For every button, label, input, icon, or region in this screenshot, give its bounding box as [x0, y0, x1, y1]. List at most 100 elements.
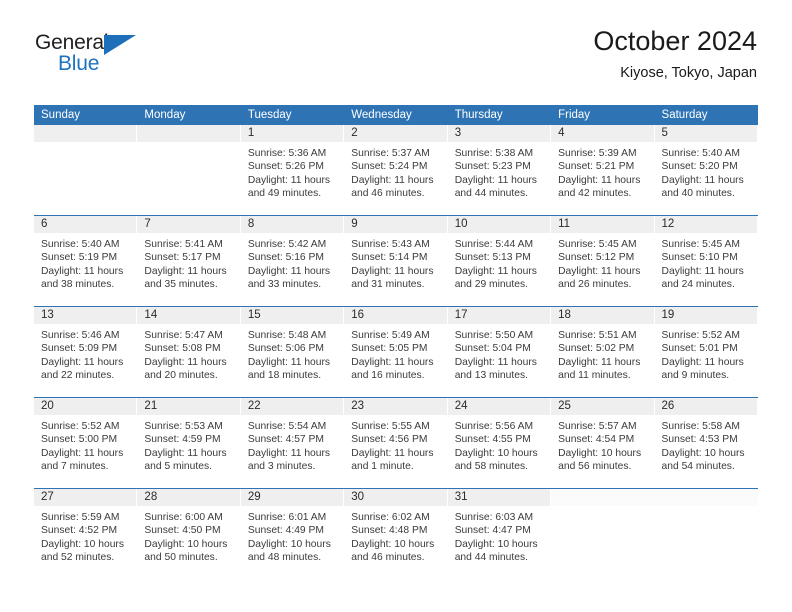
day-cell-2[interactable]: 2 Sunrise: 5:37 AM Sunset: 5:24 PM Daylight… — [344, 125, 448, 215]
day-detail-line: and 3 minutes. — [247, 461, 316, 473]
day-number — [551, 489, 655, 506]
day-detail-line: Daylight: 10 hours — [144, 538, 228, 550]
day-number: 2 — [344, 125, 448, 142]
day-number: 23 — [344, 398, 448, 415]
day-detail-line: Sunset: 5:04 PM — [454, 343, 531, 355]
day-cell-28[interactable]: 28 Sunrise: 6:00 AM Sunset: 4:50 PM Dayligh… — [137, 489, 241, 579]
day-number: 18 — [551, 307, 655, 324]
day-cell-1[interactable]: 1 Sunrise: 5:36 AM Sunset: 5:26 PM Daylight… — [240, 125, 345, 215]
day-details: Sunrise: 5:47 AM Sunset: 5:08 PM Daylight:… — [137, 324, 240, 383]
day-details: Sunrise: 5:57 AM Sunset: 4:54 PM Daylight:… — [551, 415, 654, 474]
day-detail-line: and 35 minutes. — [144, 279, 218, 291]
general-blue-logo[interactable]: General Blue — [35, 30, 155, 82]
day-detail-line: Sunset: 4:55 PM — [454, 434, 531, 446]
weekday-header-thursday: Thursday — [454, 109, 503, 121]
day-cell-7[interactable]: 7 Sunrise: 5:41 AM Sunset: 5:17 PM Daylight… — [137, 216, 241, 306]
day-cell-9[interactable]: 9 Sunrise: 5:43 AM Sunset: 5:14 PM Daylight… — [344, 216, 448, 306]
day-cell-17[interactable]: 17 Sunrise: 5:50 AM Sunset: 5:04 PM Dayligh… — [447, 307, 552, 397]
day-detail-line: Daylight: 11 hours — [144, 447, 227, 459]
day-detail-line: and 29 minutes. — [454, 279, 528, 291]
day-details: Sunrise: 5:48 AM Sunset: 5:06 PM Daylight:… — [241, 324, 344, 383]
day-cell-14[interactable]: 14 Sunrise: 5:47 AM Sunset: 5:08 PM Dayligh… — [137, 307, 241, 397]
day-cell-30[interactable]: 30 Sunrise: 6:02 AM Sunset: 4:48 PM Dayligh… — [344, 489, 448, 579]
day-detail-line: and 7 minutes. — [41, 461, 109, 473]
day-detail-line: and 11 minutes. — [558, 370, 631, 382]
day-detail-line: Sunset: 5:02 PM — [558, 343, 635, 355]
day-cell-6[interactable]: 6 Sunrise: 5:40 AM Sunset: 5:19 PM Daylight… — [34, 216, 138, 306]
day-detail-line: and 44 minutes. — [454, 188, 528, 200]
day-cell-18[interactable]: 18 Sunrise: 5:51 AM Sunset: 5:02 PM Dayligh… — [551, 307, 655, 397]
day-detail-line: Sunrise: 5:59 AM — [41, 512, 120, 523]
day-detail-line: and 5 minutes. — [144, 461, 212, 473]
day-detail-line: Sunset: 5:14 PM — [351, 252, 428, 264]
day-detail-line: Daylight: 11 hours — [144, 265, 227, 277]
day-detail-line: Daylight: 11 hours — [661, 356, 744, 368]
day-detail-line: Daylight: 11 hours — [558, 356, 641, 368]
page-subtitle: Kiyose, Tokyo, Japan — [620, 65, 757, 81]
day-detail-line: Sunset: 4:52 PM — [41, 525, 118, 537]
day-detail-line: Daylight: 11 hours — [144, 356, 227, 368]
day-detail-line: and 58 minutes. — [454, 461, 528, 473]
day-cell-5[interactable]: 5 Sunrise: 5:40 AM Sunset: 5:20 PM Daylight… — [654, 125, 758, 215]
logo-text-blue: Blue — [58, 52, 100, 75]
day-cell-empty — [34, 125, 138, 215]
day-detail-line: Sunset: 4:56 PM — [351, 434, 428, 446]
day-cell-3[interactable]: 3 Sunrise: 5:38 AM Sunset: 5:23 PM Daylight… — [447, 125, 552, 215]
day-detail-line: and 9 minutes. — [661, 370, 730, 382]
day-cell-13[interactable]: 13 Sunrise: 5:46 AM Sunset: 5:09 PM Dayligh… — [34, 307, 138, 397]
day-number: 21 — [137, 398, 241, 415]
day-cell-10[interactable]: 10 Sunrise: 5:44 AM Sunset: 5:13 PM Dayligh… — [447, 216, 552, 306]
page-header: General Blue October 2024 Kiyose, Tokyo,… — [35, 26, 757, 92]
day-number: 29 — [240, 489, 345, 506]
day-cell-19[interactable]: 19 Sunrise: 5:52 AM Sunset: 5:01 PM Dayligh… — [654, 307, 758, 397]
day-number: 22 — [240, 398, 345, 415]
day-cell-31[interactable]: 31 Sunrise: 6:03 AM Sunset: 4:47 PM Dayligh… — [447, 489, 552, 579]
day-cell-24[interactable]: 24 Sunrise: 5:56 AM Sunset: 4:55 PM Dayligh… — [447, 398, 552, 488]
day-detail-line: Daylight: 11 hours — [558, 265, 641, 277]
day-cell-20[interactable]: 20 Sunrise: 5:52 AM Sunset: 5:00 PM Dayligh… — [34, 398, 138, 488]
day-detail-line: and 22 minutes. — [41, 370, 115, 382]
day-detail-line: Daylight: 11 hours — [454, 174, 537, 186]
day-detail-line: Sunrise: 6:02 AM — [351, 512, 430, 523]
day-cell-12[interactable]: 12 Sunrise: 5:45 AM Sunset: 5:10 PM Dayligh… — [654, 216, 758, 306]
day-cell-26[interactable]: 26 Sunrise: 5:58 AM Sunset: 4:53 PM Dayligh… — [654, 398, 758, 488]
day-cell-empty — [137, 125, 241, 215]
day-details: Sunrise: 5:41 AM Sunset: 5:17 PM Daylight:… — [137, 233, 240, 292]
day-number: 15 — [240, 307, 345, 324]
day-number: 11 — [551, 216, 655, 233]
triangle-flag-icon — [104, 35, 136, 55]
day-cell-25[interactable]: 25 Sunrise: 5:57 AM Sunset: 4:54 PM Dayligh… — [551, 398, 655, 488]
day-detail-line: Sunrise: 5:45 AM — [661, 239, 740, 250]
day-detail-line: Sunset: 5:13 PM — [454, 252, 531, 264]
day-details: Sunrise: 5:54 AM Sunset: 4:57 PM Daylight:… — [241, 415, 344, 474]
day-cell-8[interactable]: 8 Sunrise: 5:42 AM Sunset: 5:16 PM Daylight… — [240, 216, 345, 306]
day-cell-empty — [551, 489, 655, 579]
day-detail-line: Sunrise: 5:48 AM — [247, 330, 327, 341]
day-detail-line: Daylight: 11 hours — [558, 174, 641, 186]
day-cell-4[interactable]: 4 Sunrise: 5:39 AM Sunset: 5:21 PM Daylight… — [551, 125, 655, 215]
day-detail-line: Sunset: 5:01 PM — [661, 343, 738, 355]
day-detail-line: Sunset: 5:08 PM — [144, 343, 221, 355]
calendar-grid: Sunday Monday Tuesday Wednesday Thursday Frid… — [34, 105, 758, 579]
day-cell-23[interactable]: 23 Sunrise: 5:55 AM Sunset: 4:56 PM Dayligh… — [344, 398, 448, 488]
day-detail-line: Sunset: 5:16 PM — [247, 252, 324, 264]
day-number: 13 — [34, 307, 138, 324]
day-detail-line: Sunset: 4:54 PM — [558, 434, 635, 446]
day-cell-29[interactable]: 29 Sunrise: 6:01 AM Sunset: 4:49 PM Dayligh… — [240, 489, 345, 579]
day-cell-21[interactable]: 21 Sunrise: 5:53 AM Sunset: 4:59 PM Dayligh… — [137, 398, 241, 488]
day-cell-15[interactable]: 15 Sunrise: 5:48 AM Sunset: 5:06 PM Dayligh… — [240, 307, 345, 397]
day-detail-line: Sunrise: 5:45 AM — [558, 239, 637, 250]
day-detail-line: and 54 minutes. — [661, 461, 735, 473]
day-detail-line: Sunrise: 5:57 AM — [558, 421, 637, 432]
day-number: 4 — [551, 125, 655, 142]
day-cell-22[interactable]: 22 Sunrise: 5:54 AM Sunset: 4:57 PM Dayligh… — [240, 398, 345, 488]
day-cell-27[interactable]: 27 Sunrise: 5:59 AM Sunset: 4:52 PM Dayligh… — [34, 489, 138, 579]
day-cell-11[interactable]: 11 Sunrise: 5:45 AM Sunset: 5:12 PM Dayligh… — [551, 216, 655, 306]
calendar-week-row: 20 Sunrise: 5:52 AM Sunset: 5:00 PM Dayligh… — [34, 397, 758, 488]
day-number: 31 — [447, 489, 552, 506]
day-detail-line: Daylight: 10 hours — [247, 538, 331, 550]
day-cell-16[interactable]: 16 Sunrise: 5:49 AM Sunset: 5:05 PM Dayligh… — [344, 307, 448, 397]
weekday-header-friday: Friday — [558, 109, 591, 121]
day-detail-line: Daylight: 11 hours — [41, 265, 124, 277]
day-detail-line: and 1 minute. — [351, 461, 414, 473]
